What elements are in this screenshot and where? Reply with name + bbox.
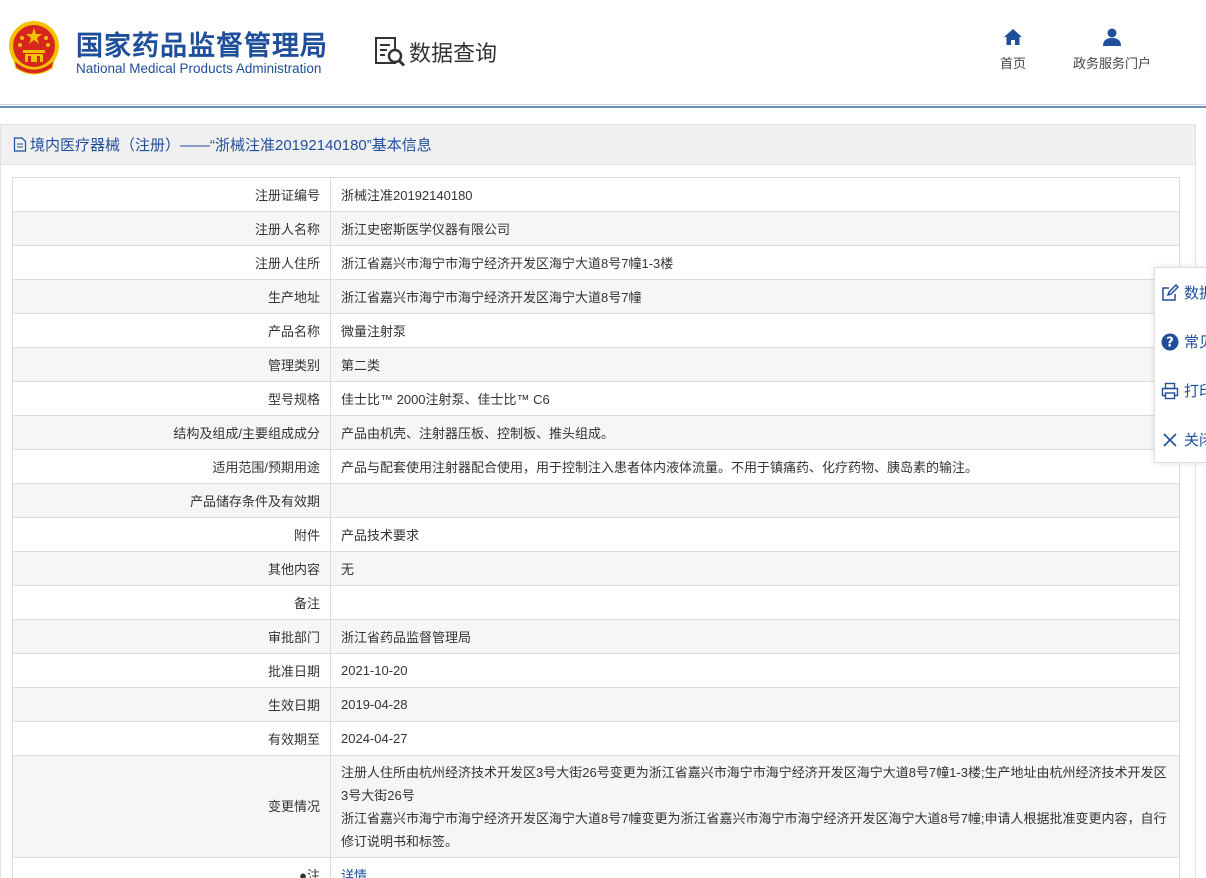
document-icon: [13, 137, 27, 152]
row-label: 有效期至: [12, 721, 331, 756]
note-label: ●注: [12, 857, 331, 878]
org-name-cn: 国家药品监督管理局: [76, 31, 328, 61]
side-faq-button[interactable]: ? 常见: [1155, 317, 1206, 366]
svg-text:?: ?: [1166, 335, 1174, 350]
site-header: 国家药品监督管理局 National Medical Products Admi…: [0, 0, 1206, 108]
table-row: 有效期至 2024-04-27: [12, 721, 1180, 756]
row-label: 备注: [12, 585, 331, 620]
change-line-1: 注册人住所由杭州经济技术开发区3号大街26号变更为浙江省嘉兴市海宁市海宁经济开发…: [341, 764, 1167, 803]
row-value: [330, 483, 1180, 518]
row-value: 浙江省嘉兴市海宁市海宁经济开发区海宁大道8号7幢1-3楼: [330, 245, 1180, 280]
row-label: 注册人住所: [12, 245, 331, 280]
nav-gov-label: 政务服务门户: [1072, 56, 1151, 71]
edit-icon: [1162, 283, 1179, 301]
row-value: 浙江省嘉兴市海宁市海宁经济开发区海宁大道8号7幢: [330, 279, 1180, 314]
table-row: 注册人名称 浙江史密斯医学仪器有限公司: [12, 211, 1180, 246]
side-close-label: 关闭: [1184, 432, 1206, 449]
print-icon: [1161, 382, 1179, 399]
nav-gov-portal[interactable]: 政务服务门户: [1062, 28, 1162, 72]
table-row: 批准日期 2021-10-20: [12, 653, 1180, 688]
table-row: 审批部门 浙江省药品监督管理局: [12, 619, 1180, 654]
row-value: [330, 585, 1180, 620]
row-label: 适用范围/预期用途: [12, 449, 331, 484]
header-divider-thin: [0, 104, 1206, 105]
row-value: 浙械注准20192140180: [330, 177, 1180, 212]
table-row: 结构及组成/主要组成成分 产品由机壳、注射器压板、控制板、推头组成。: [12, 415, 1180, 450]
side-toolbar: 数据 ? 常见 打印 关闭: [1154, 267, 1206, 463]
table-row: 其他内容无: [12, 551, 1180, 586]
side-close-button[interactable]: 关闭: [1155, 415, 1206, 464]
table-row: 备注: [12, 585, 1180, 620]
row-label: 注册人名称: [12, 211, 331, 246]
table-row: 适用范围/预期用途 产品与配套使用注射器配合使用，用于控制注入患者体内液体流量。不…: [12, 449, 1180, 484]
table-row: 注册证编号 浙械注准20192140180: [12, 177, 1180, 212]
change-value: 注册人住所由杭州经济技术开发区3号大街26号变更为浙江省嘉兴市海宁市海宁经济开发…: [330, 755, 1180, 858]
row-label: 生效日期: [12, 687, 331, 722]
row-value: 浙江省药品监督管理局: [330, 619, 1180, 654]
row-label: 结构及组成/主要组成成分: [12, 415, 331, 450]
user-icon: [1103, 28, 1121, 46]
row-value: 产品与配套使用注射器配合使用，用于控制注入患者体内液体流量。不用于镇痛药、化疗药…: [330, 449, 1180, 484]
row-label: 生产地址: [12, 279, 331, 314]
side-faq-label: 常见: [1184, 334, 1206, 351]
row-label: 管理类别: [12, 347, 331, 382]
table-row: 管理类别 第二类: [12, 347, 1180, 382]
side-data-button[interactable]: 数据: [1155, 268, 1206, 317]
close-icon: [1163, 432, 1177, 447]
row-label: 其他内容: [12, 551, 331, 586]
row-value: 无: [330, 551, 1180, 586]
change-line-2: 浙江省嘉兴市海宁市海宁经济开发区海宁大道8号7幢变更为浙江省嘉兴市海宁市海宁经济…: [341, 810, 1167, 849]
row-label: 产品储存条件及有效期: [12, 483, 331, 518]
row-label: 型号规格: [12, 381, 331, 416]
row-value: 产品技术要求: [330, 517, 1180, 552]
header-divider: [0, 106, 1206, 108]
change-label: 变更情况: [12, 755, 331, 858]
table-row: 产品储存条件及有效期: [12, 483, 1180, 518]
data-query-label: 数据查询: [409, 41, 498, 66]
help-icon: ?: [1161, 333, 1179, 350]
row-value: 第二类: [330, 347, 1180, 382]
row-label: 产品名称: [12, 313, 331, 348]
row-value: 微量注射泵: [330, 313, 1180, 348]
row-label: 审批部门: [12, 619, 331, 654]
data-search-icon: [375, 37, 406, 67]
row-value: 浙江史密斯医学仪器有限公司: [330, 211, 1180, 246]
info-table: 注册证编号 浙械注准20192140180 注册人名称 浙江史密斯医学仪器有限公司 注册…: [12, 177, 1180, 878]
side-print-label: 打印: [1184, 383, 1206, 400]
details-link[interactable]: 详情: [341, 868, 367, 878]
org-name-en: National Medical Products Administration: [76, 61, 322, 76]
note-value: 详情: [330, 857, 1180, 878]
table-row: 型号规格 佳士比™ 2000注射泵、佳士比™ C6: [12, 381, 1180, 416]
table-row: 注册人住所 浙江省嘉兴市海宁市海宁经济开发区海宁大道8号7幢1-3楼: [12, 245, 1180, 280]
side-data-label: 数据: [1184, 285, 1206, 302]
row-value: 2019-04-28: [330, 687, 1180, 722]
table-row: 生效日期 2019-04-28: [12, 687, 1180, 722]
nav-home[interactable]: 首页: [990, 28, 1036, 72]
row-value: 2024-04-27: [330, 721, 1180, 756]
panel-header: 境内医疗器械（注册）——“浙械注准20192140180”基本信息: [1, 125, 1195, 165]
panel-title: 境内医疗器械（注册）——“浙械注准20192140180”基本信息: [30, 137, 432, 154]
detail-panel: 境内医疗器械（注册）——“浙械注准20192140180”基本信息 注册证编号浙…: [0, 124, 1196, 878]
table-row: 生产地址 浙江省嘉兴市海宁市海宁经济开发区海宁大道8号7幢: [12, 279, 1180, 314]
home-icon: [1004, 29, 1022, 45]
table-row: 产品名称 微量注射泵: [12, 313, 1180, 348]
row-value: 产品由机壳、注射器压板、控制板、推头组成。: [330, 415, 1180, 450]
national-emblem-icon: [9, 21, 59, 75]
data-query-title: 数据查询: [373, 35, 497, 69]
row-value: 佳士比™ 2000注射泵、佳士比™ C6: [330, 381, 1180, 416]
nav-home-label: 首页: [999, 56, 1026, 71]
table-row-note: ●注 详情: [12, 857, 1180, 878]
row-label: 批准日期: [12, 653, 331, 688]
row-label: 注册证编号: [12, 177, 331, 212]
side-print-button[interactable]: 打印: [1155, 366, 1206, 415]
row-label: 附件: [12, 517, 331, 552]
table-row: 附件 产品技术要求: [12, 517, 1180, 552]
row-value: 2021-10-20: [330, 653, 1180, 688]
table-row-change: 变更情况 注册人住所由杭州经济技术开发区3号大街26号变更为浙江省嘉兴市海宁市海宁…: [12, 755, 1180, 858]
